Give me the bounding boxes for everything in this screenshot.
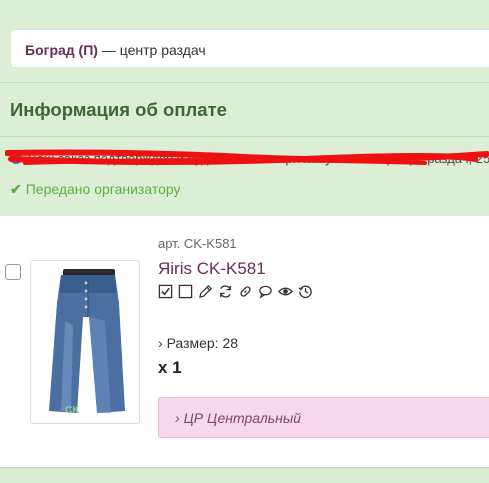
item-size[interactable]: › Размер: 28 [158, 335, 238, 351]
item-quantity: x 1 [158, 358, 182, 377]
pickup-point-name: Боград (П) [25, 42, 98, 58]
comment-icon[interactable] [258, 284, 273, 299]
pickup-zone-text: ЦР Центральный [183, 410, 301, 426]
payment-info-title: Информация об оплате [10, 99, 227, 120]
check-icon: ✔ [10, 181, 22, 197]
item-select-checkbox[interactable] [5, 264, 21, 280]
item-action-icons [158, 284, 313, 300]
payment-status: ✔ Передано организатору [10, 181, 181, 198]
checked-box-icon[interactable] [158, 284, 173, 299]
jeans-image: CK [49, 269, 125, 416]
pencil-icon[interactable] [198, 284, 213, 299]
divider [0, 136, 489, 137]
pickup-point-box[interactable]: Боград (П) — центр раздач [10, 29, 489, 68]
product-image[interactable]: CK [30, 260, 140, 424]
eye-icon[interactable] [278, 284, 293, 299]
payment-status-text: Передано организатору [25, 181, 181, 197]
pickup-zone-toggle[interactable]: › ЦР Центральный [158, 397, 489, 438]
item-name-link[interactable]: Яiris CK-K581 [158, 259, 266, 279]
history-icon[interactable] [298, 284, 313, 299]
pickup-point-suffix: — центр раздач [97, 42, 206, 58]
link-icon[interactable] [238, 284, 253, 299]
empty-box-icon[interactable] [178, 284, 193, 299]
redaction-scribble [5, 149, 489, 165]
refresh-icon[interactable] [218, 284, 233, 299]
divider [0, 82, 489, 83]
divider [0, 467, 489, 468]
svg-text:CK: CK [65, 405, 80, 416]
item-size-text: Размер: 28 [166, 335, 239, 351]
item-article: арт. CK-K581 [158, 236, 237, 251]
